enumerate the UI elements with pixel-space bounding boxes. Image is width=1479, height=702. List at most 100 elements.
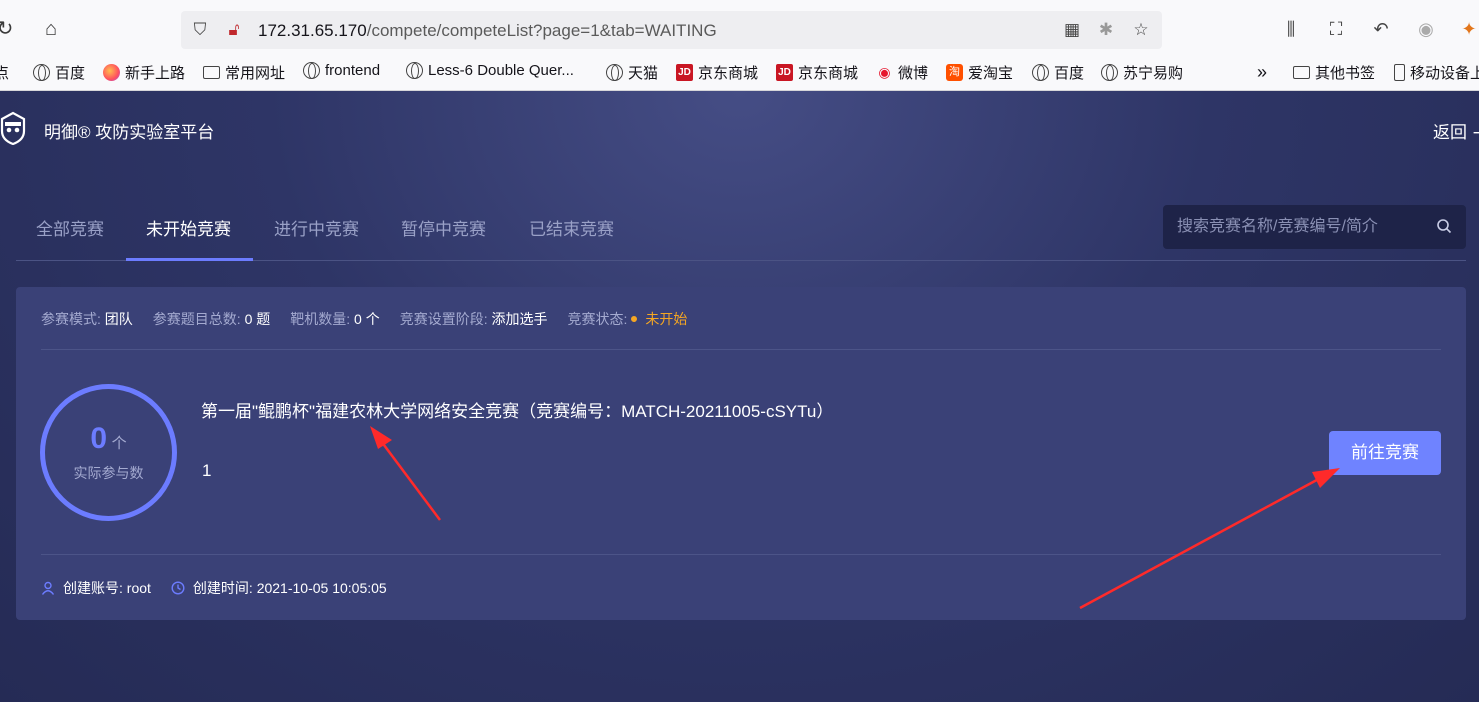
bookmark-item[interactable]: Less-6 Double Quer...: [406, 62, 574, 79]
bookmark-item[interactable]: JD 京东商城: [676, 62, 758, 83]
bookmark-item[interactable]: 新手上路: [103, 62, 185, 83]
tab-paused[interactable]: 暂停中竞赛: [401, 215, 486, 240]
tab-ongoing[interactable]: 进行中竞赛: [274, 215, 359, 240]
jd-icon: JD: [776, 64, 793, 81]
questions-label: 参赛题目总数:: [152, 311, 241, 327]
competition-title[interactable]: 第一届"鲲鹏杯"福建农林大学网络安全竞赛（竞赛编号：MATCH-20211005…: [201, 397, 833, 422]
bookmark-label: 天猫: [628, 65, 659, 82]
reload-icon[interactable]: ↻: [0, 18, 16, 40]
shield-icon[interactable]: ⛉: [190, 20, 210, 40]
participants-ring: 0 个 实际参与数: [40, 384, 177, 521]
search-icon[interactable]: [1436, 218, 1452, 234]
globe-icon: [406, 62, 423, 79]
app-header: 明御® 攻防实验室平台 返回 ∹: [0, 91, 1479, 181]
creator-label: 创建账号:: [63, 580, 123, 596]
bookmark-item[interactable]: ◉ 微博: [876, 62, 928, 83]
questions-value: 0 题: [244, 311, 271, 327]
bookmark-item[interactable]: frontend: [303, 62, 380, 79]
other-bookmarks[interactable]: 其他书签: [1293, 62, 1375, 83]
active-tab-indicator: [126, 258, 253, 261]
bookmark-label: 爱淘宝: [968, 65, 1014, 82]
bookmark-item[interactable]: 苏宁易购: [1101, 62, 1183, 83]
circle-extension-icon[interactable]: ◉: [1415, 18, 1437, 40]
created-time-label: 创建时间:: [192, 580, 253, 596]
app-title: 明御® 攻防实验室平台: [44, 123, 215, 142]
bookmark-label: 百度: [55, 65, 86, 82]
globe-icon: [33, 64, 50, 81]
divider: [41, 349, 1441, 350]
tab-all[interactable]: 全部竞赛: [36, 215, 104, 240]
more-bookmarks-label: »: [1257, 62, 1268, 82]
bookmark-label: frontend: [325, 62, 381, 79]
creator-value: root: [126, 580, 151, 596]
mobile-bookmarks-label: 移动设备上: [1410, 65, 1479, 82]
address-bar[interactable]: ⛉ 🔓︎ 172.31.65.170/compete/competeList?p…: [181, 11, 1162, 49]
undo-icon[interactable]: ↶: [1370, 18, 1392, 40]
home-icon[interactable]: ⌂: [40, 18, 62, 40]
browser-toolbar: ↻ ⌂ ⛉ 🔓︎ 172.31.65.170/compete/competeLi…: [0, 0, 1479, 56]
taobao-icon: 淘: [946, 64, 963, 81]
library-icon[interactable]: ⫼: [1280, 18, 1302, 40]
browser-chrome: ↻ ⌂ ⛉ 🔓︎ 172.31.65.170/compete/competeLi…: [0, 0, 1479, 91]
bookmark-star-icon[interactable]: ☆: [1131, 20, 1151, 40]
mobile-device-icon: [1394, 64, 1405, 81]
bookmark-label: 百度: [1054, 65, 1085, 82]
bookmark-item[interactable]: 常用网址: [203, 62, 285, 83]
back-link[interactable]: 返回 ∹: [1433, 118, 1479, 143]
competition-meta: 参赛模式: 团队 参赛题目总数: 0 题 靶机数量: 0 个 竞赛设置阶段: 添…: [41, 309, 687, 329]
folder-icon: [203, 66, 220, 79]
competition-card: 参赛模式: 团队 参赛题目总数: 0 题 靶机数量: 0 个 竞赛设置阶段: 添…: [16, 287, 1466, 620]
bookmark-item[interactable]: JD 京东商城: [776, 62, 858, 83]
globe-icon: [1032, 64, 1049, 81]
bookmark-label: 新手上路: [125, 65, 186, 82]
tab-waiting[interactable]: 未开始竞赛: [146, 215, 231, 240]
created-time-value: 2021-10-05 10:05:05: [256, 580, 387, 596]
qrcode-icon[interactable]: ▦: [1062, 20, 1082, 40]
competition-description: 1: [202, 461, 212, 480]
targets-label: 靶机数量:: [290, 311, 351, 327]
fox-extension-icon[interactable]: ✦: [1458, 18, 1479, 40]
mobile-bookmarks[interactable]: 移动设备上: [1394, 62, 1479, 83]
go-to-competition-button[interactable]: 前往竞赛: [1329, 431, 1441, 475]
other-bookmarks-label: 其他书签: [1315, 65, 1376, 82]
mode-label: 参赛模式:: [41, 311, 101, 327]
weibo-icon: ◉: [878, 64, 891, 80]
status-label: 竞赛状态:: [567, 311, 628, 327]
targets-value: 0 个: [354, 311, 380, 327]
user-icon: [41, 581, 55, 595]
bookmark-label: 常用网址: [225, 65, 286, 82]
participants-unit: 个: [111, 435, 127, 452]
bookmark-item[interactable]: 淘爱淘宝: [946, 62, 1013, 83]
extension-bug-icon[interactable]: ✱: [1096, 20, 1116, 40]
app-main: 明御® 攻防实验室平台 返回 ∹ 全部竞赛 未开始竞赛 进行中竞赛 暂停中竞赛 …: [0, 91, 1479, 702]
bookmark-item[interactable]: 天猫: [606, 62, 658, 83]
bookmark-label: 京东商城: [698, 65, 759, 82]
clock-icon: [171, 581, 185, 595]
mode-value: 团队: [104, 311, 133, 327]
participants-count: 0 个: [45, 422, 172, 456]
spy-logo-icon: [0, 111, 26, 145]
competition-footer: 创建账号: root 创建时间: 2021-10-05 10:05:05: [41, 578, 387, 598]
tab-finished[interactable]: 已结束竞赛: [529, 215, 614, 240]
stage-label: 竞赛设置阶段:: [399, 311, 488, 327]
screenshot-icon[interactable]: ⛶: [1325, 18, 1347, 40]
jd-icon: JD: [676, 64, 693, 81]
firefox-icon: [103, 64, 120, 81]
insecure-lock-icon[interactable]: 🔓︎: [224, 20, 244, 40]
globe-icon: [606, 64, 623, 81]
bookmark-label: Less-6 Double Quer...: [428, 62, 574, 79]
search-box: [1163, 205, 1466, 249]
status-badge: 未开始: [645, 311, 688, 327]
bookmark-item[interactable]: 点: [0, 62, 9, 83]
participants-caption: 实际参与数: [73, 465, 144, 481]
bookmark-item[interactable]: 百度: [33, 62, 85, 83]
bookmark-label: 京东商城: [798, 65, 859, 82]
globe-icon: [1101, 64, 1118, 81]
divider: [41, 554, 1441, 555]
url-text[interactable]: 172.31.65.170/compete/competeList?page=1…: [258, 21, 717, 41]
status-dot-icon: [631, 316, 638, 322]
bookmark-item[interactable]: 百度: [1032, 62, 1084, 83]
search-input[interactable]: [1163, 205, 1423, 249]
more-bookmarks-icon[interactable]: »: [1257, 62, 1267, 83]
url-host: 172.31.65.170: [258, 21, 367, 40]
